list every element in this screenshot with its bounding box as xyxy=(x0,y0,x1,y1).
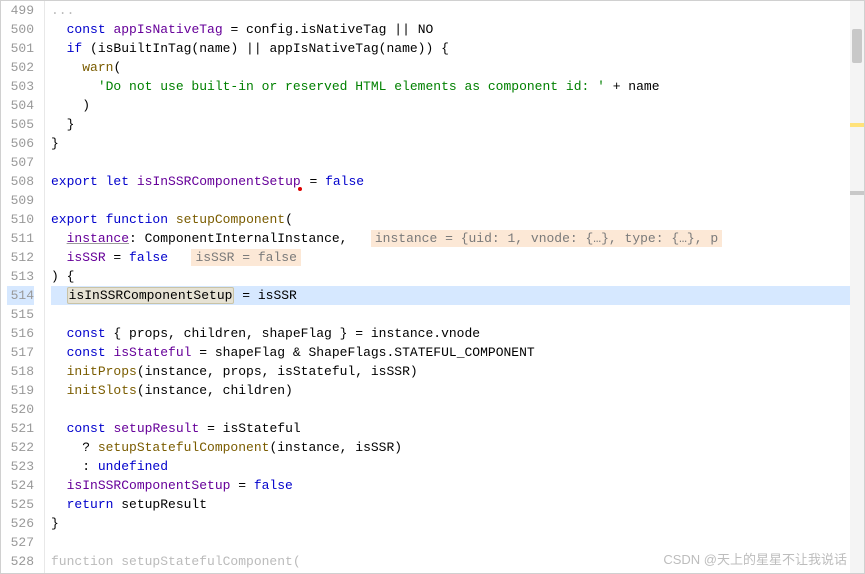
code-line[interactable]: return setupResult xyxy=(51,495,864,514)
line-number: 515 xyxy=(7,305,34,324)
line-number: 501 xyxy=(7,39,34,58)
line-number: 502 xyxy=(7,58,34,77)
vertical-scrollbar[interactable] xyxy=(850,1,864,573)
code-line[interactable]: function setupStatefulComponent( xyxy=(51,552,864,571)
line-number: 513 xyxy=(7,267,34,286)
line-number: 520 xyxy=(7,400,34,419)
code-line[interactable]: const appIsNativeTag = config.isNativeTa… xyxy=(51,20,864,39)
code-line[interactable]: ? setupStatefulComponent(instance, isSSR… xyxy=(51,438,864,457)
line-number: 523 xyxy=(7,457,34,476)
code-line[interactable]: : undefined xyxy=(51,457,864,476)
scrollbar-thumb[interactable] xyxy=(852,29,862,63)
code-line[interactable]: initProps(instance, props, isStateful, i… xyxy=(51,362,864,381)
code-line[interactable]: warn( xyxy=(51,58,864,77)
line-number: 527 xyxy=(7,533,34,552)
code-area[interactable]: ... const appIsNativeTag = config.isNati… xyxy=(45,1,864,573)
line-number: 508 xyxy=(7,172,34,191)
code-line[interactable]: const { props, children, shapeFlag } = i… xyxy=(51,324,864,343)
line-number: 516 xyxy=(7,324,34,343)
code-line[interactable]: } xyxy=(51,115,864,134)
line-number: 509 xyxy=(7,191,34,210)
line-number: 512 xyxy=(7,248,34,267)
code-line[interactable]: isInSSRComponentSetup = isSSR xyxy=(51,286,864,305)
code-line[interactable]: ) { xyxy=(51,267,864,286)
code-line[interactable]: } xyxy=(51,514,864,533)
line-number: 521 xyxy=(7,419,34,438)
line-number: 506 xyxy=(7,134,34,153)
code-line[interactable] xyxy=(51,400,864,419)
line-number: 528 xyxy=(7,552,34,571)
scrollbar-marker xyxy=(850,191,864,195)
code-line[interactable]: ) xyxy=(51,96,864,115)
scrollbar-marker xyxy=(850,123,864,127)
line-number: 526 xyxy=(7,514,34,533)
line-number: 519 xyxy=(7,381,34,400)
line-number: 507 xyxy=(7,153,34,172)
code-line[interactable]: } xyxy=(51,134,864,153)
line-number: 525 xyxy=(7,495,34,514)
line-number: 503 xyxy=(7,77,34,96)
line-number-gutter: 4995005015025035045055065075085095105115… xyxy=(1,1,45,573)
line-number: 511 xyxy=(7,229,34,248)
line-number: 499 xyxy=(7,1,34,20)
line-number: 514 xyxy=(7,286,34,305)
line-number: 500 xyxy=(7,20,34,39)
code-editor[interactable]: 4995005015025035045055065075085095105115… xyxy=(0,0,865,574)
code-line[interactable]: if (isBuiltInTag(name) || appIsNativeTag… xyxy=(51,39,864,58)
line-number: 518 xyxy=(7,362,34,381)
line-number: 524 xyxy=(7,476,34,495)
line-number: 504 xyxy=(7,96,34,115)
code-line[interactable] xyxy=(51,533,864,552)
code-line[interactable]: initSlots(instance, children) xyxy=(51,381,864,400)
code-line[interactable]: isInSSRComponentSetup = false xyxy=(51,476,864,495)
code-line[interactable] xyxy=(51,305,864,324)
code-line[interactable] xyxy=(51,191,864,210)
code-line[interactable]: instance: ComponentInternalInstance, ins… xyxy=(51,229,864,248)
line-number: 505 xyxy=(7,115,34,134)
line-number: 522 xyxy=(7,438,34,457)
code-line[interactable]: export function setupComponent( xyxy=(51,210,864,229)
code-line[interactable]: const isStateful = shapeFlag & ShapeFlag… xyxy=(51,343,864,362)
line-number: 510 xyxy=(7,210,34,229)
line-number: 517 xyxy=(7,343,34,362)
code-line[interactable]: ... xyxy=(51,1,864,20)
code-line[interactable]: 'Do not use built-in or reserved HTML el… xyxy=(51,77,864,96)
code-line[interactable]: export let isInSSRComponentSetup = false xyxy=(51,172,864,191)
code-line[interactable] xyxy=(51,153,864,172)
code-line[interactable]: const setupResult = isStateful xyxy=(51,419,864,438)
code-line[interactable]: isSSR = false isSSR = false xyxy=(51,248,864,267)
